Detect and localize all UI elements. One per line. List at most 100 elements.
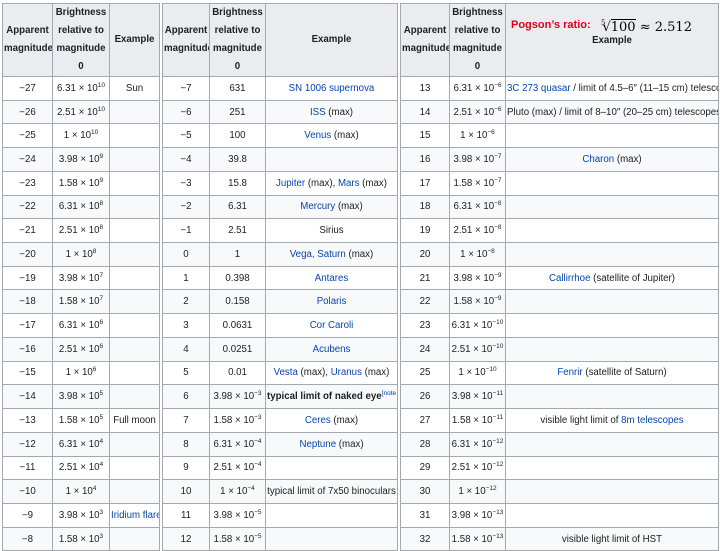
brightness-value: 39.8: [228, 154, 247, 166]
example-cell: Vesta (max), Uranus (max): [265, 360, 398, 386]
example-cell: [505, 336, 719, 362]
magnitude-cell: −6: [162, 99, 210, 125]
brightness-value: 1 × 10: [65, 367, 93, 379]
brightness-cell: 6.31 × 10−12: [449, 431, 506, 457]
table-row: 23 6.31 × 10−10: [400, 313, 719, 338]
magnitude-cell: −15: [2, 360, 53, 386]
magnitude-cell: 31: [400, 502, 450, 528]
header-apparent-magnitude: Apparent magnitude: [2, 3, 53, 77]
table-row: 31 3.98 × 10−13: [400, 502, 719, 528]
example-link[interactable]: Iridium flare: [111, 510, 159, 521]
magnitude-table-2: Apparent magnitude Brightness relative t…: [162, 3, 398, 551]
example-link[interactable]: Mars: [338, 178, 360, 189]
table-row: 30 1 × 10−12: [400, 479, 719, 504]
header-brightness: Brightness relative to magnitude 0: [52, 3, 110, 77]
brightness-cell: 0.158: [209, 289, 266, 315]
brightness-exponent: −12: [485, 485, 497, 493]
root-index: 5: [601, 19, 606, 27]
header-apparent-magnitude: Apparent magnitude: [162, 3, 210, 77]
brightness-exponent: 5: [99, 390, 104, 398]
magnitude-cell: 29: [400, 455, 450, 481]
example-link[interactable]: Charon: [582, 154, 614, 165]
brightness-exponent: −13: [492, 532, 504, 540]
brightness-value: 1 × 10: [220, 486, 248, 498]
brightness-cell: 2.51 × 10−12: [449, 455, 506, 481]
brightness-cell: 3.98 × 10−7: [449, 147, 506, 172]
example-link[interactable]: Ceres: [305, 415, 331, 426]
example-link[interactable]: Mercury: [300, 201, 335, 212]
brightness-cell: 1 × 10−12: [449, 479, 506, 504]
magnitude-cell: 19: [400, 218, 450, 244]
magnitude-cell: 21: [400, 265, 450, 291]
example-text: Full moon: [113, 414, 156, 426]
example-cell: Callirrhoe (satellite of Jupiter): [505, 265, 719, 291]
example-text: (max): [361, 367, 390, 379]
table-row: 32 1.58 × 10−13 visible light limit of HST: [400, 526, 719, 551]
magnitude-cell: −27: [2, 76, 53, 101]
example-link[interactable]: Vesta: [274, 367, 298, 378]
example-link[interactable]: ISS: [310, 107, 326, 118]
table-row: 16 3.98 × 10−7 Charon (max): [400, 147, 719, 172]
example-cell: typical limit of 7x50 binoculars: [265, 479, 398, 504]
table-row: 27 1.58 × 10−11 visible light limit of 8m …: [400, 408, 719, 433]
brightness-cell: 3.98 × 10−3: [209, 384, 266, 410]
brightness-cell: 2.51 × 10−8: [449, 218, 506, 244]
example-link[interactable]: Cor Caroli: [310, 320, 354, 331]
magnitude-cell: −20: [2, 242, 53, 267]
example-cell: Iridium flare: [109, 502, 160, 528]
example-link[interactable]: Saturn: [317, 249, 346, 260]
brightness-cell: 6.31 × 10−10: [449, 313, 506, 338]
example-cell: typical limit of naked eye[note 2]: [265, 384, 398, 410]
example-link[interactable]: Jupiter: [276, 178, 305, 189]
brightness-cell: 1 × 104: [52, 479, 110, 504]
brightness-value: 6.31 × 10: [58, 201, 100, 213]
example-cell: ISS (max): [265, 99, 398, 125]
example-link[interactable]: Neptune: [299, 439, 336, 450]
example-link[interactable]: Antares: [315, 273, 348, 284]
brightness-cell: 1.58 × 105: [52, 408, 110, 433]
magnitude-cell: 22: [400, 289, 450, 315]
table-row: −17 6.31 × 106: [2, 313, 160, 338]
brightness-value: 1 × 10: [63, 130, 91, 142]
example-cell: [505, 218, 719, 244]
brightness-value: 2.51 × 10: [453, 225, 495, 237]
brightness-cell: 2.51 × 106: [52, 336, 110, 362]
example-link[interactable]: Vega: [290, 249, 312, 260]
example-text: (max),: [297, 367, 331, 379]
magnitude-cell: −5: [162, 123, 210, 149]
brightness-cell: 1 × 10−6: [449, 123, 506, 149]
example-cell: [505, 384, 719, 410]
example-link[interactable]: 3C 273 quasar: [507, 83, 571, 94]
brightness-cell: 6.31 × 10−4: [209, 431, 266, 457]
example-link[interactable]: SN 1006 supernova: [289, 83, 375, 94]
brightness-value: 251: [229, 106, 246, 118]
example-text: Sirius: [319, 225, 344, 237]
brightness-exponent: −5: [254, 508, 262, 516]
example-text: typical limit of naked eye: [267, 391, 382, 403]
brightness-cell: 3.98 × 10−11: [449, 384, 506, 410]
example-cell: Cor Caroli: [265, 313, 398, 338]
brightness-value: 1.58 × 10: [58, 533, 100, 545]
example-cell: [505, 242, 719, 267]
example-link[interactable]: Acubens: [313, 344, 351, 355]
brightness-value: 6.31 × 10: [58, 320, 100, 332]
brightness-exponent: −8: [494, 200, 502, 208]
example-link[interactable]: 8m telescopes: [621, 415, 683, 426]
brightness-cell: 0.0631: [209, 313, 266, 338]
example-link[interactable]: Uranus: [331, 367, 362, 378]
brightness-value: 1 × 10: [65, 248, 93, 260]
magnitude-cell: 26: [400, 384, 450, 410]
magnitude-cell: −1: [162, 218, 210, 244]
example-link[interactable]: Venus: [304, 130, 331, 141]
magnitude-cell: 3: [162, 313, 210, 338]
magnitude-cell: 17: [400, 170, 450, 196]
example-link[interactable]: Fenrir: [557, 367, 582, 378]
example-link[interactable]: Callirrhoe: [549, 273, 590, 284]
brightness-cell: 1 × 108: [52, 242, 110, 267]
example-link[interactable]: Polaris: [317, 296, 347, 307]
magnitude-table-3: Apparent magnitude Brightness relative t…: [400, 3, 719, 551]
example-cell: [505, 431, 719, 457]
example-cell: [505, 123, 719, 149]
header-apparent-magnitude: Apparent magnitude: [400, 3, 450, 77]
footnote-link[interactable]: [note 2]: [382, 390, 397, 397]
